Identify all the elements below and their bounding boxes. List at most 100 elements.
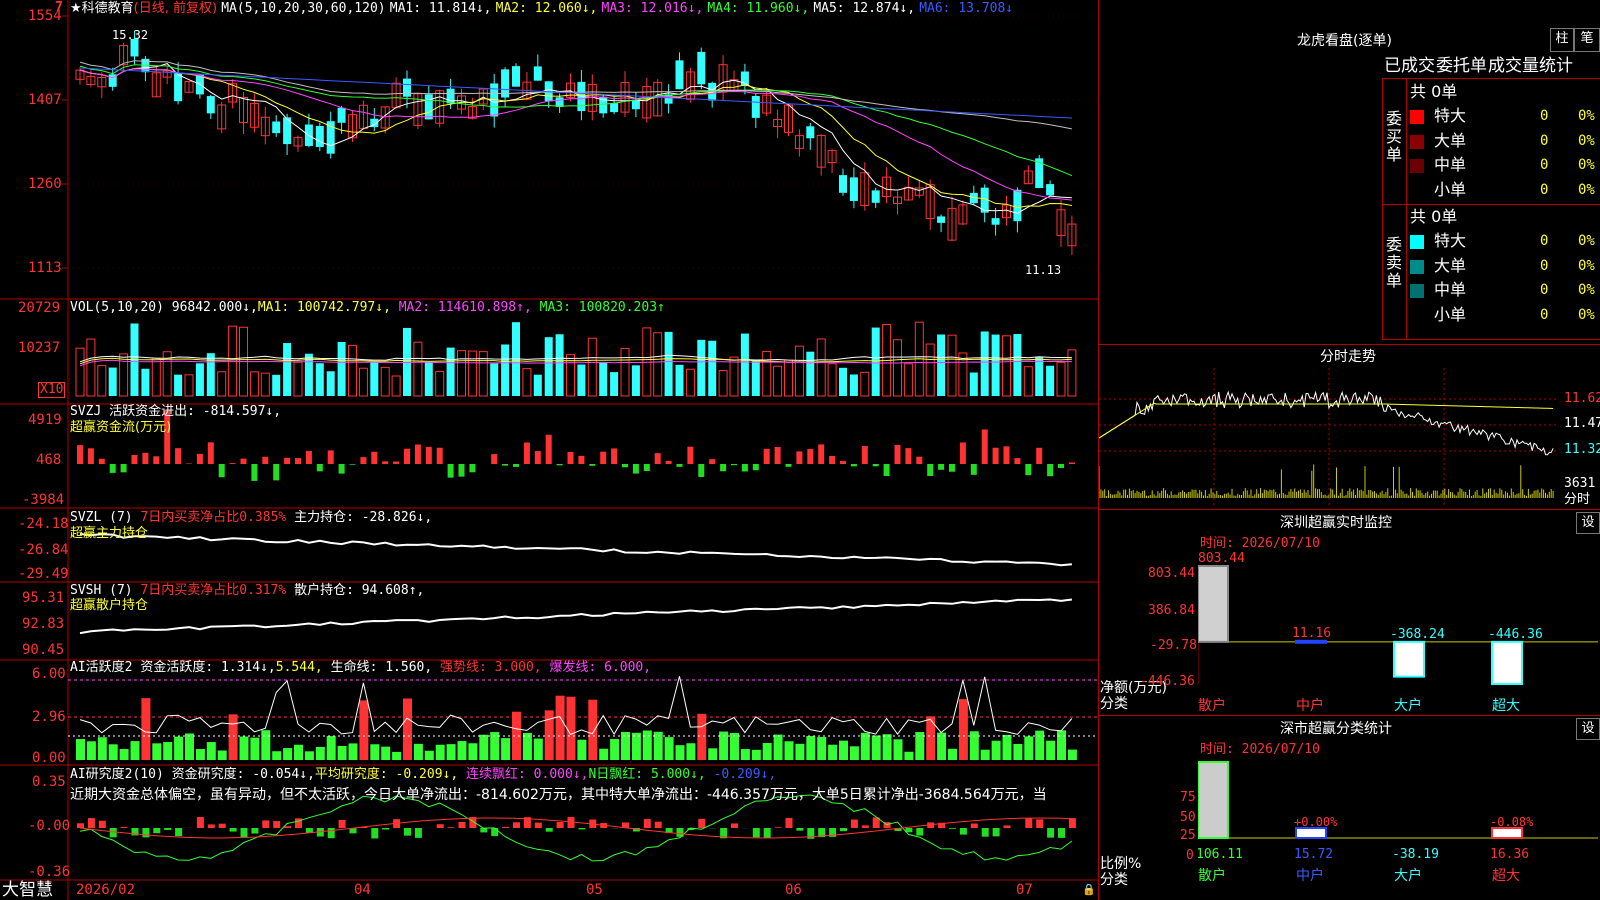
sell-row-swatch (1410, 259, 1424, 274)
fundflow-bar (731, 464, 737, 466)
monitor-bar-chart: 803.44 散户 11.16 中户 -368.24 大户 -446.36 超大 (1198, 552, 1598, 714)
research-bar (774, 827, 782, 828)
stats-note: -0.08% (1490, 815, 1534, 829)
volume-bar-down (206, 353, 215, 396)
volume-bar-up (217, 371, 227, 397)
stats-tick-1: 75 (1180, 790, 1196, 805)
monitor-settings-button[interactable]: 设 (1576, 512, 1600, 534)
ai1-name: AI活跃度2 (70, 660, 133, 675)
fundflow-bar (1036, 447, 1043, 464)
fundflow-bar (502, 464, 509, 466)
activity-bar (697, 713, 707, 760)
volume-bar-up (249, 371, 259, 397)
volume-bar-down (991, 334, 1000, 396)
svzj-tick-2: 468 (36, 452, 62, 468)
activity-bar (468, 743, 478, 760)
research-bar (861, 825, 869, 828)
volume-bar-up (413, 341, 423, 397)
fundflow-bar (752, 464, 759, 471)
volume-bar-down (937, 334, 946, 396)
svsh-ratio: 7日内买卖净占比0.317% (140, 583, 287, 598)
volume-bar-down (708, 340, 717, 396)
volume-bar-down (806, 351, 815, 396)
research-bar (240, 828, 248, 838)
fundflow-bar (916, 456, 923, 464)
tab-orders[interactable]: 委托单 (1436, 56, 1487, 76)
fundflow-bar (938, 464, 945, 470)
research-bar (414, 828, 422, 838)
activity-bar (740, 749, 750, 760)
research-bar (556, 822, 564, 828)
tick-mode-button[interactable]: 笔 (1574, 28, 1600, 52)
svzl-tick-2: -26.84 (18, 542, 69, 558)
fundflow-bar (676, 464, 683, 467)
sell-row-name: 小单 (1434, 304, 1467, 324)
sell-row-swatch (1410, 308, 1424, 323)
fundflow-bar (349, 464, 356, 465)
intraday-p1: 11.62 (1564, 391, 1600, 406)
fundflow-bar (262, 456, 269, 464)
svzl-hold: 主力持仓: -28.826↓, (294, 510, 433, 525)
activity-bar (642, 730, 652, 760)
volume-bar-down (533, 374, 542, 396)
research-bar (850, 819, 858, 828)
volume-bar-down (1046, 365, 1055, 396)
buy-row-value: 0 (1540, 132, 1549, 149)
tab-filled[interactable]: 已成交 (1384, 56, 1435, 76)
ai1-tick-1: 6.00 (32, 666, 66, 682)
activity-bar (1035, 730, 1045, 760)
intraday-chart[interactable] (1099, 368, 1559, 508)
volume-bar-up (773, 365, 783, 397)
svzj-tick-1: 4919 (28, 412, 62, 428)
fundflow-bar (872, 464, 879, 467)
stats-ylab2: 分类 (1100, 872, 1128, 888)
candle-down (424, 94, 433, 120)
candle-down (740, 71, 749, 86)
research-line (79, 794, 1073, 862)
volume-bar-down (599, 362, 608, 396)
stats-tick-4: 0 (1186, 848, 1194, 863)
monitor-time: 时间: 2026/07/10 (1200, 536, 1320, 551)
buy-total: 共 0单 (1410, 82, 1458, 101)
intraday-title: 分时走势 (1320, 349, 1376, 365)
sell-row-swatch (1410, 284, 1424, 298)
svzj-sub: 超赢资金流(万元) (70, 420, 172, 435)
volume-bar-up (348, 344, 357, 397)
research-bar (1003, 825, 1011, 828)
fundflow-bar (578, 455, 585, 464)
stats-settings-button[interactable]: 设 (1576, 718, 1600, 740)
research-bar (545, 828, 553, 832)
volume-bar-up (903, 363, 913, 397)
intraday-vol: 3631 (1564, 476, 1596, 491)
candle-down (315, 126, 324, 148)
activity-bar (828, 744, 838, 760)
candle-down (991, 218, 1000, 225)
svzj-name: SVZJ (70, 404, 102, 419)
bar-mode-button[interactable]: 柱 (1550, 28, 1574, 52)
fundflow-bar (523, 442, 530, 464)
fundflow-bar (927, 464, 934, 476)
fundflow-bar (567, 451, 574, 464)
fundflow-bar (229, 463, 236, 464)
main-chart-area[interactable] (0, 0, 1100, 900)
volume-bar-up (184, 374, 194, 397)
vol-unit-badge: X10 (38, 382, 66, 398)
volume-bar-up (718, 370, 728, 397)
activity-bar (980, 749, 990, 760)
research-bar (251, 828, 259, 834)
tab-volume-stats[interactable]: 成交量统计 (1488, 56, 1573, 76)
date-label-5: 07 (1016, 882, 1033, 898)
volume-bar-up (1067, 349, 1077, 397)
sell-row-percent: 0% (1578, 257, 1595, 274)
sell-row-percent: 0% (1578, 306, 1595, 323)
ai2-v4: N日飘红: 5.000↓, (588, 767, 706, 782)
lock-icon[interactable]: 🔒 (1082, 882, 1096, 898)
activity-bar (817, 737, 827, 760)
svzj-header: SVZJ 活跃资金进出: -814.597↓, (70, 404, 281, 420)
research-bar (1058, 828, 1065, 838)
ai1-v4: 强势线: 3.000, (440, 660, 542, 675)
buy-row-swatch (1410, 110, 1424, 124)
buy-row-name: 中单 (1434, 155, 1467, 174)
activity-bar (1057, 730, 1066, 760)
activity-bar (566, 696, 576, 760)
